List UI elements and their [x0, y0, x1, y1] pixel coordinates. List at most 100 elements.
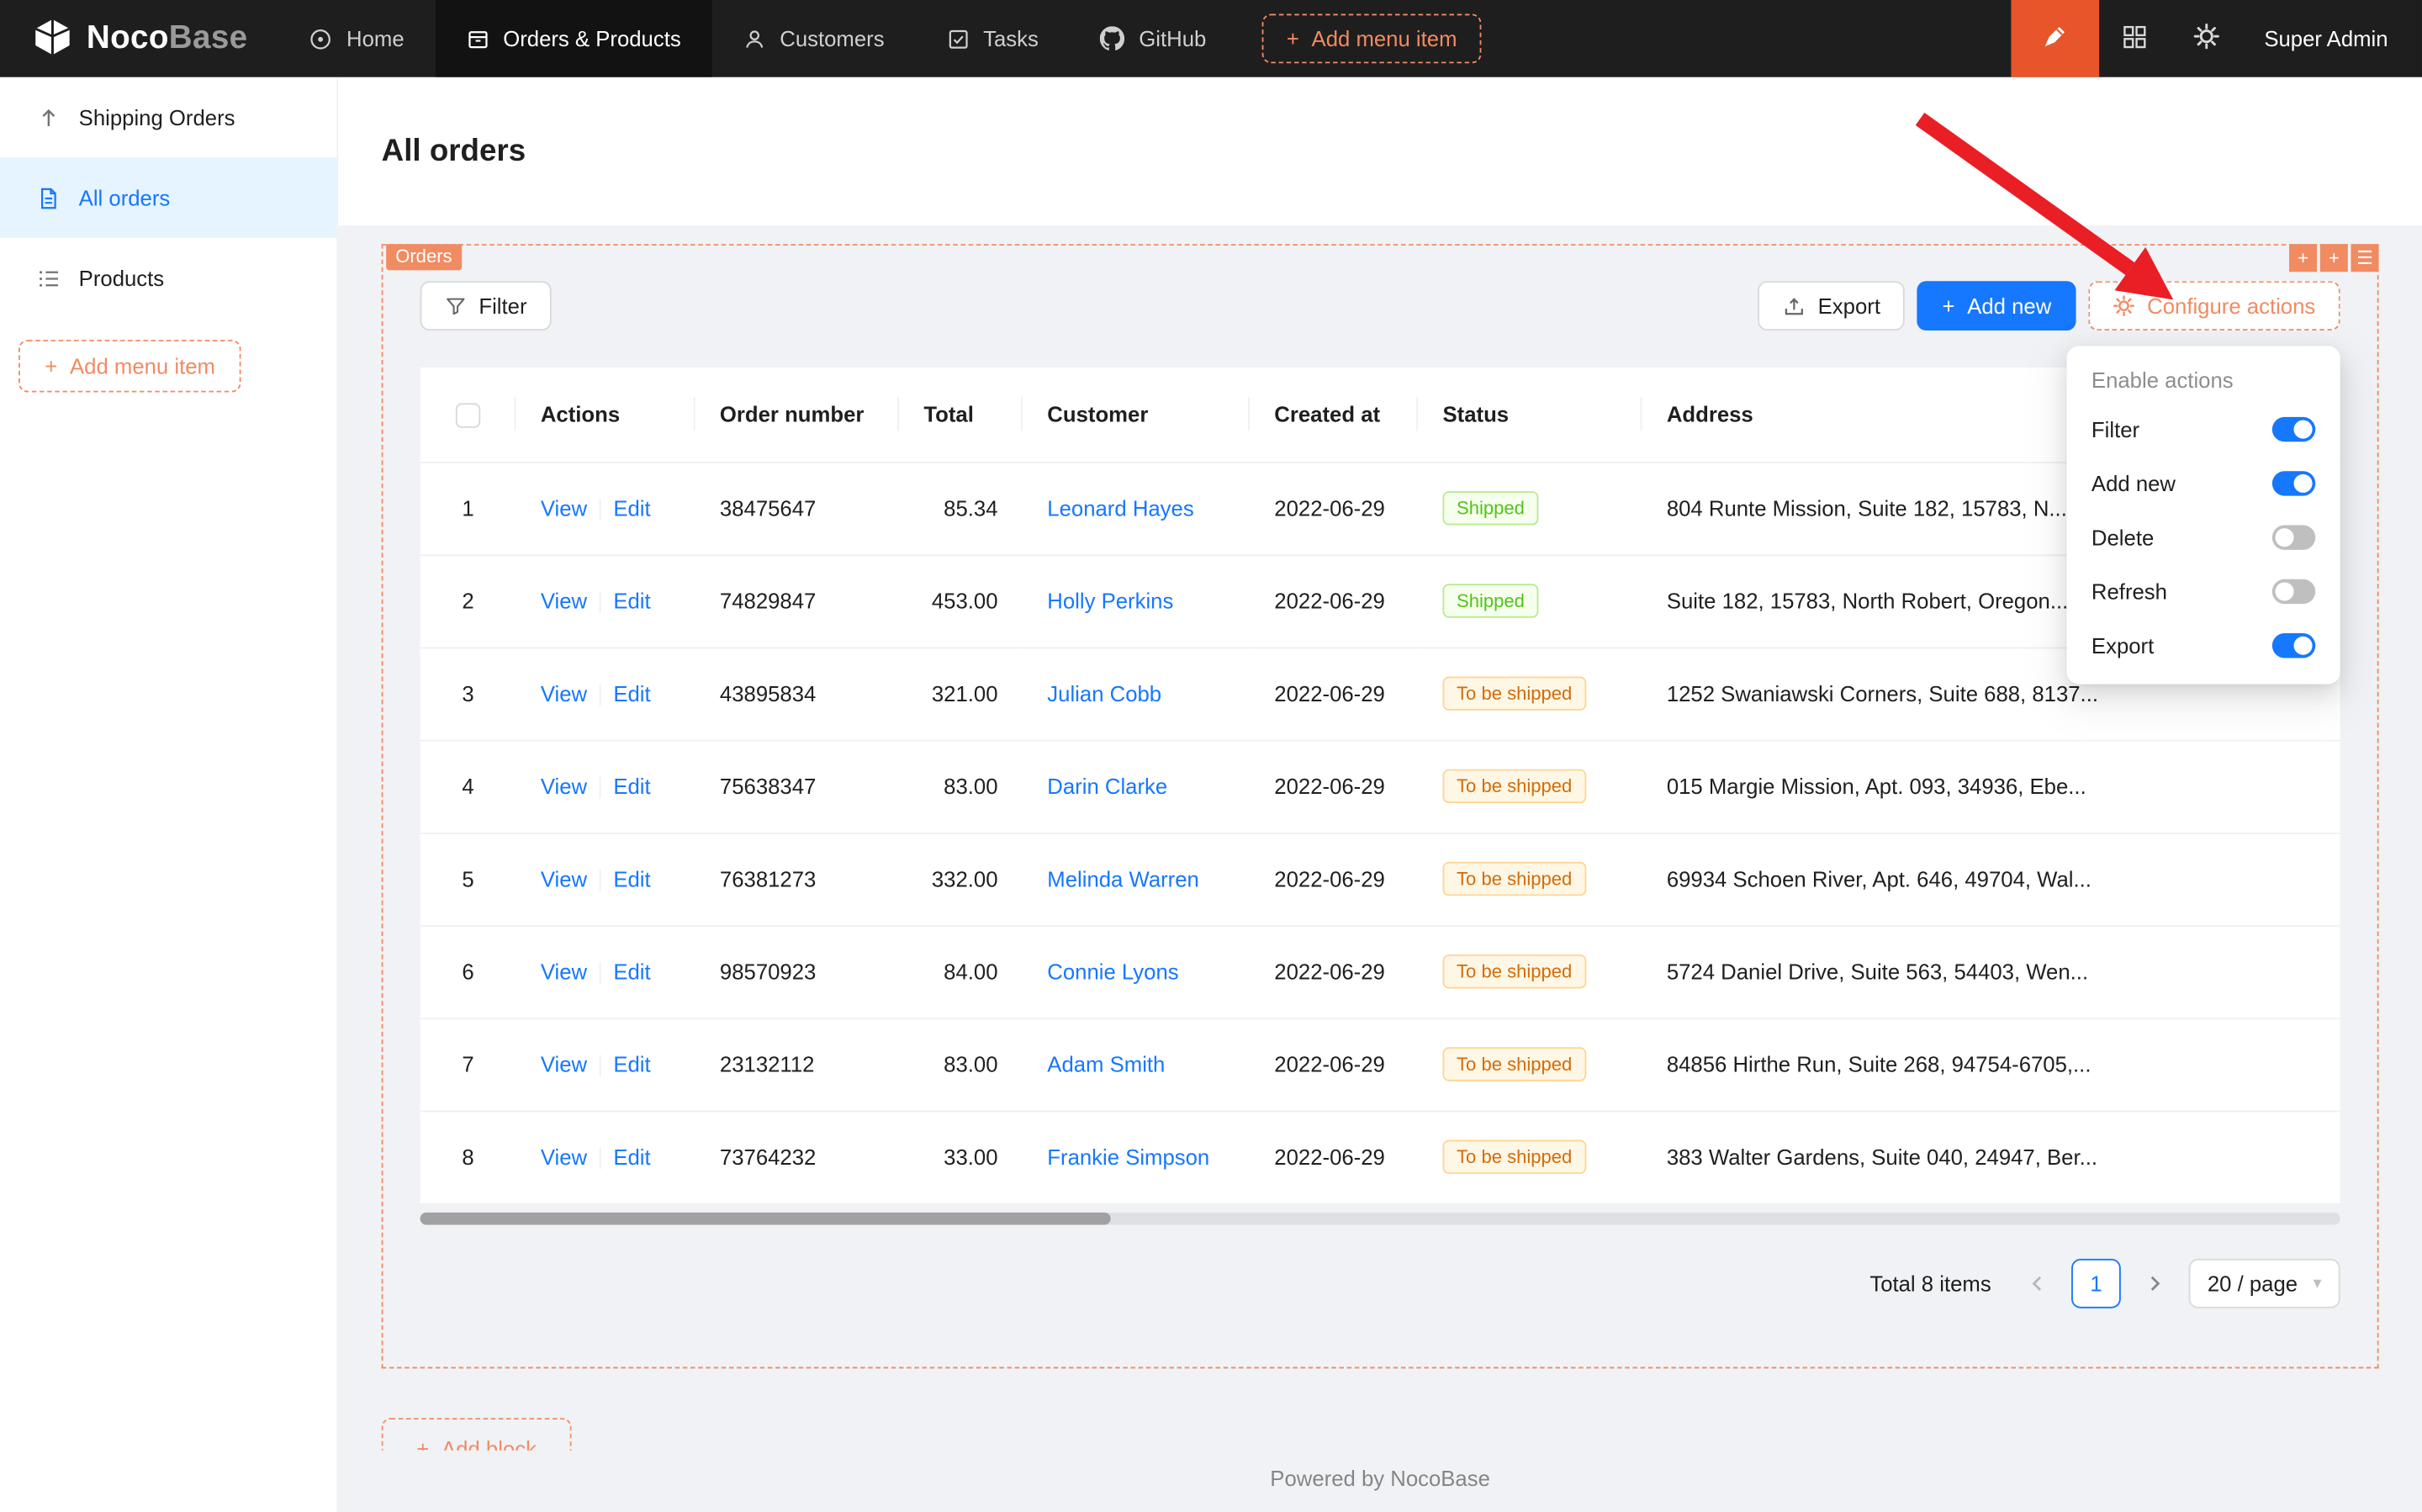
customer-link[interactable]: Leonard Hayes — [1047, 496, 1193, 521]
edit-link[interactable]: Edit — [613, 495, 650, 520]
edit-link[interactable]: Edit — [613, 774, 650, 798]
user-menu[interactable]: Super Admin — [2243, 26, 2422, 50]
table-row: 3 ViewEdit 43895834 321.00 Julian Cobb 2… — [420, 648, 2340, 740]
sidebar-item-products[interactable]: Products — [0, 238, 336, 319]
customer-link[interactable]: Connie Lyons — [1047, 960, 1178, 984]
block-menu-icon[interactable]: ☰ — [2351, 244, 2379, 272]
view-link[interactable]: View — [541, 1052, 587, 1076]
navbar-add-menu-item-button[interactable]: + Add menu item — [1261, 14, 1481, 64]
block-designer-tag: Orders — [386, 244, 461, 270]
add-new-button[interactable]: + Add new — [1917, 281, 2076, 330]
dropdown-item-refresh[interactable]: Refresh — [2067, 563, 2340, 617]
customer-link[interactable]: Julian Cobb — [1047, 681, 1161, 706]
refresh-toggle[interactable] — [2272, 579, 2315, 603]
grid-icon — [2122, 24, 2146, 53]
customer-link[interactable]: Darin Clarke — [1047, 774, 1167, 798]
github-icon — [1100, 26, 1124, 50]
table-header-row: Actions Order number Total Customer Crea… — [420, 367, 2340, 462]
nav-item-orders-products[interactable]: Orders & Products — [435, 0, 711, 77]
status-badge: To be shipped — [1443, 954, 1586, 988]
add-new-toggle[interactable] — [2272, 470, 2315, 494]
select-all-checkbox[interactable] — [456, 403, 480, 427]
customer-link[interactable]: Melinda Warren — [1047, 866, 1199, 891]
export-toggle[interactable] — [2272, 632, 2315, 657]
nocobase-logo-icon — [31, 14, 74, 62]
ui-editor-button[interactable] — [2011, 0, 2099, 77]
export-button[interactable]: Export — [1758, 281, 1905, 330]
edit-link[interactable]: Edit — [613, 1145, 650, 1169]
sidebar-item-label: Shipping Orders — [79, 105, 235, 130]
view-link[interactable]: View — [541, 681, 587, 706]
total-cell: 85.34 — [899, 462, 1023, 554]
dropdown-item-label: Filter — [2091, 416, 2139, 441]
pagination-page-1[interactable]: 1 — [2071, 1258, 2121, 1308]
filter-button-label: Filter — [479, 293, 526, 318]
nocobase-app: NocoBase Home Orders & Products Customer… — [0, 0, 2422, 1512]
filter-button[interactable]: Filter — [420, 281, 552, 330]
created-at-cell: 2022-06-29 — [1250, 1018, 1418, 1110]
delete-toggle[interactable] — [2272, 525, 2315, 549]
status-badge: To be shipped — [1443, 676, 1586, 710]
view-link[interactable]: View — [541, 959, 587, 983]
nav-item-github[interactable]: GitHub — [1070, 0, 1237, 77]
plugin-manager-button[interactable] — [2099, 0, 2170, 77]
view-link[interactable]: View — [541, 495, 587, 520]
page-size-select[interactable]: 20 / page ▾ — [2189, 1258, 2340, 1308]
dropdown-item-delete[interactable]: Delete — [2067, 510, 2340, 563]
total-cell: 321.00 — [899, 648, 1023, 740]
table-row: 7 ViewEdit 23132112 83.00 Adam Smith 202… — [420, 1018, 2340, 1110]
nocobase-logo[interactable]: NocoBase — [0, 0, 278, 77]
dropdown-item-filter[interactable]: Filter — [2067, 402, 2340, 456]
nav-item-customers[interactable]: Customers — [711, 0, 915, 77]
row-index: 1 — [420, 462, 516, 554]
view-link[interactable]: View — [541, 1145, 587, 1169]
address-cell: 84856 Hirthe Run, Suite 268, 94754-6705,… — [1642, 1018, 2340, 1110]
dropdown-item-add-new[interactable]: Add new — [2067, 456, 2340, 510]
nav-item-home[interactable]: Home — [278, 0, 435, 77]
customer-link[interactable]: Frankie Simpson — [1047, 1145, 1209, 1169]
edit-link[interactable]: Edit — [613, 589, 650, 613]
sidebar-item-shipping-orders[interactable]: Shipping Orders — [0, 77, 336, 158]
address-cell: 383 Walter Gardens, Suite 040, 24947, Be… — [1642, 1111, 2340, 1203]
status-badge: To be shipped — [1443, 769, 1586, 803]
edit-link[interactable]: Edit — [613, 866, 650, 891]
nav-item-label: Tasks — [983, 26, 1039, 50]
table-row: 2 ViewEdit 74829847 453.00 Holly Perkins… — [420, 554, 2340, 647]
row-index: 5 — [420, 833, 516, 925]
created-at-cell: 2022-06-29 — [1250, 740, 1418, 833]
customer-link[interactable]: Holly Perkins — [1047, 589, 1173, 613]
sidebar-item-all-orders[interactable]: All orders — [0, 157, 336, 238]
dropdown-item-export[interactable]: Export — [2067, 618, 2340, 672]
customer-link[interactable]: Adam Smith — [1047, 1052, 1165, 1076]
plus-icon: + — [416, 1435, 429, 1450]
edit-link[interactable]: Edit — [613, 681, 650, 706]
settings-button[interactable] — [2170, 0, 2242, 77]
nav-item-label: GitHub — [1139, 26, 1206, 50]
view-link[interactable]: View — [541, 589, 587, 613]
view-link[interactable]: View — [541, 774, 587, 798]
status-badge: To be shipped — [1443, 862, 1586, 896]
block-drag-icon[interactable]: + — [2289, 244, 2317, 272]
pagination-next-button[interactable] — [2134, 1258, 2176, 1308]
pagination-prev-button[interactable] — [2016, 1258, 2059, 1308]
table-row: 5 ViewEdit 76381273 332.00 Melinda Warre… — [420, 833, 2340, 925]
edit-link[interactable]: Edit — [613, 1052, 650, 1076]
home-icon — [309, 27, 333, 50]
filter-toggle[interactable] — [2272, 416, 2315, 441]
powered-by-footer: Powered by NocoBase — [382, 1450, 2379, 1511]
block-insert-icon[interactable]: + — [2320, 244, 2348, 272]
configure-actions-button[interactable]: Configure actions — [2088, 281, 2340, 330]
nav-item-tasks[interactable]: Tasks — [915, 0, 1069, 77]
orders-products-icon — [466, 27, 489, 50]
enable-actions-dropdown: Enable actions Filter Add new — [2067, 346, 2340, 684]
sidebar-add-menu-item-button[interactable]: + Add menu item — [19, 340, 241, 392]
edit-link[interactable]: Edit — [613, 959, 650, 983]
plus-icon: + — [1287, 26, 1299, 50]
dropdown-item-label: Export — [2091, 632, 2154, 657]
horizontal-scrollbar-thumb[interactable] — [420, 1212, 1112, 1224]
main-menu: Home Orders & Products Customers Tasks G… — [278, 0, 1506, 77]
pagination-total: Total 8 items — [1869, 1271, 1991, 1295]
highlighter-icon — [2043, 24, 2067, 53]
add-block-button[interactable]: + Add block — [382, 1417, 572, 1450]
view-link[interactable]: View — [541, 866, 587, 891]
